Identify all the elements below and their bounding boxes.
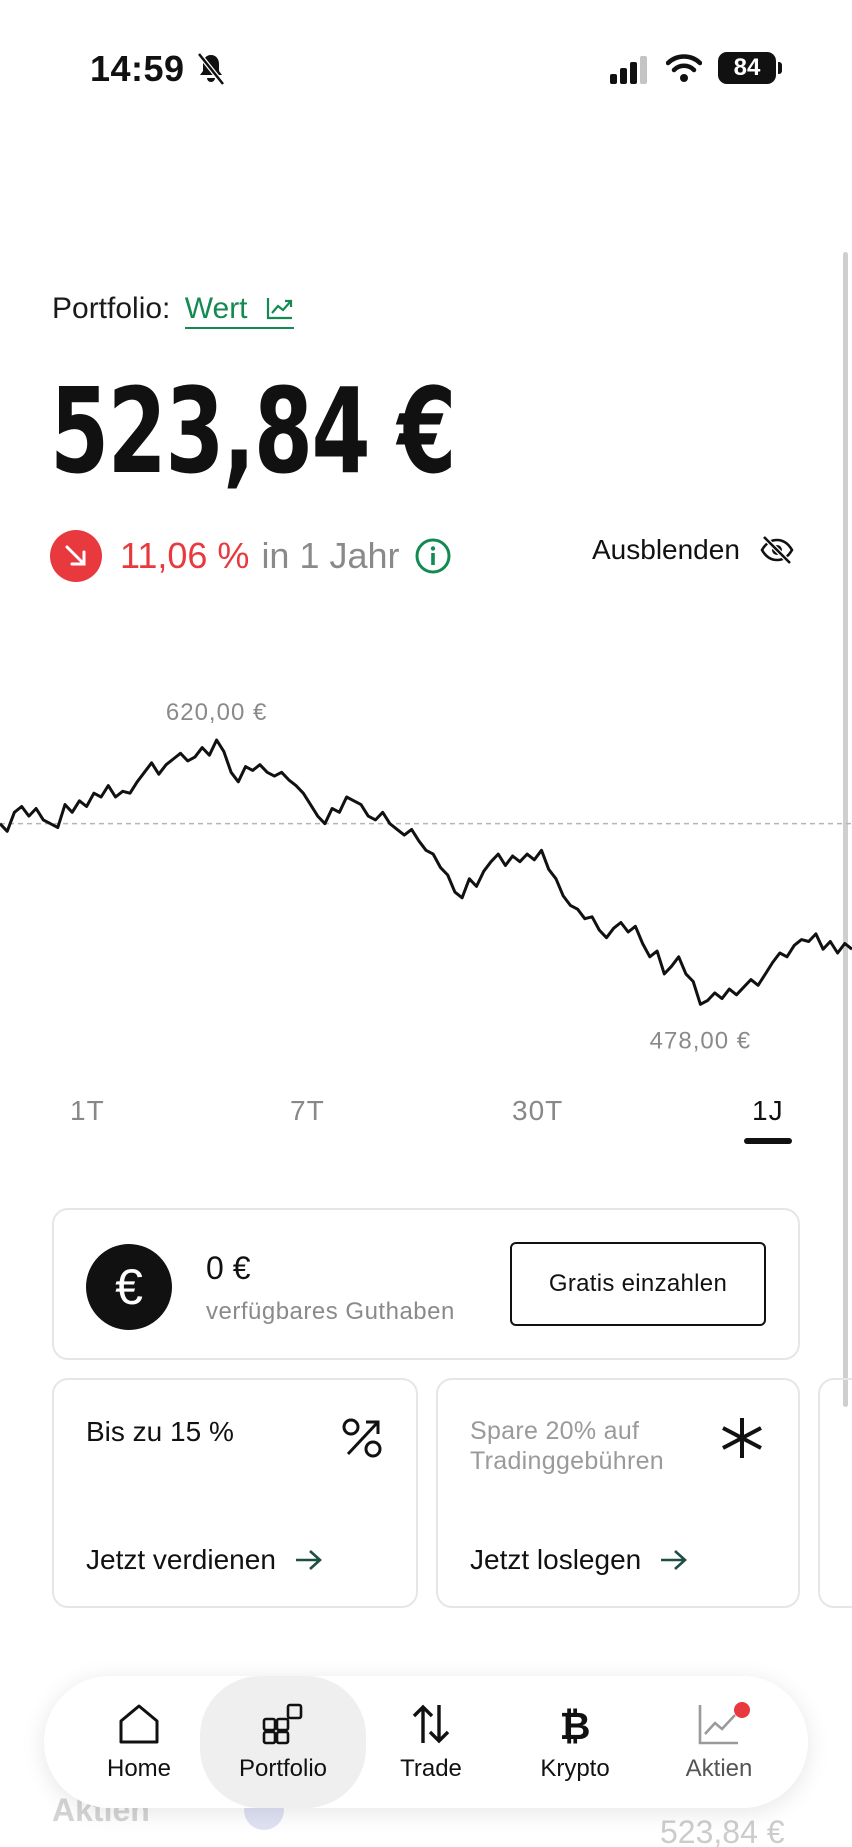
- bottom-navigation: Home Portfolio Trade ₿ Krypto Aktien: [44, 1676, 808, 1808]
- balance-amount: 0 €: [206, 1250, 251, 1286]
- nav-home-label: Home: [106, 1755, 172, 1782]
- euro-icon: €: [86, 1244, 172, 1330]
- portfolio-value-link[interactable]: Wert: [184, 292, 294, 329]
- stocks-section-value: 523,84 €: [660, 1814, 785, 1847]
- nav-trade[interactable]: Trade: [366, 1676, 496, 1808]
- range-tab-30t[interactable]: 30T: [512, 1095, 563, 1127]
- wifi-icon: [666, 54, 702, 82]
- balance-label: verfügbares Guthaben: [206, 1298, 455, 1325]
- chart-max-label: 620,00 €: [166, 699, 267, 726]
- portfolio-icon: [262, 1703, 303, 1745]
- promo-cta[interactable]: Jetzt verdienen: [86, 1544, 324, 1576]
- bell-muted-icon: [197, 52, 225, 86]
- percent-icon: [342, 1418, 382, 1458]
- portfolio-link-label: Wert: [184, 292, 248, 325]
- promo-cta-label: Jetzt loslegen: [470, 1544, 642, 1575]
- arrow-right-icon: [661, 1550, 688, 1570]
- range-tab-active-indicator: [744, 1138, 792, 1144]
- battery-indicator: 84: [718, 52, 782, 84]
- portfolio-line-chart: 620,00 € 478,00 €: [0, 699, 852, 1054]
- signal-icon: [610, 56, 647, 84]
- promo-card-trading-fees[interactable]: Spare 20% auf Tradinggebühren Jetzt losl…: [436, 1378, 800, 1608]
- eye-off-icon: [760, 535, 794, 565]
- arrow-down-right-icon: [65, 545, 86, 566]
- performance-row: 11,06 % in 1 Jahr: [50, 530, 452, 582]
- nav-portfolio[interactable]: Portfolio: [200, 1676, 366, 1808]
- portfolio-header: Portfolio: Wert: [52, 292, 294, 329]
- portfolio-label: Portfolio:: [52, 292, 171, 325]
- nav-aktien-label: Aktien: [685, 1755, 753, 1782]
- hide-balance-label: Ausblenden: [592, 534, 740, 565]
- nav-home[interactable]: Home: [74, 1676, 204, 1808]
- promo-card-next[interactable]: [818, 1378, 852, 1608]
- trend-down-badge: [50, 530, 102, 582]
- range-tabs: 1T 7T 30T 1J: [0, 1095, 852, 1145]
- range-tab-7t[interactable]: 7T: [290, 1095, 325, 1127]
- nav-krypto-label: Krypto: [540, 1755, 610, 1782]
- trade-icon: [412, 1704, 450, 1744]
- range-tab-1j[interactable]: 1J: [752, 1095, 784, 1127]
- svg-text:₿: ₿: [560, 1704, 591, 1747]
- home-icon: [119, 1704, 159, 1744]
- notification-dot: [734, 1702, 750, 1718]
- change-period: in 1 Jahr: [261, 535, 400, 576]
- nav-aktien[interactable]: Aktien: [654, 1676, 784, 1808]
- asterisk-icon: [722, 1418, 762, 1458]
- chart-min-label: 478,00 €: [650, 1027, 751, 1054]
- available-balance-card: € 0 € verfügbares Guthaben Gratis einzah…: [52, 1208, 800, 1360]
- promo-title: Spare 20% auf Tradinggebühren: [470, 1417, 664, 1475]
- info-icon[interactable]: [414, 537, 452, 575]
- range-tab-1t[interactable]: 1T: [70, 1095, 105, 1127]
- nav-portfolio-label: Portfolio: [238, 1755, 328, 1782]
- promo-cta[interactable]: Jetzt loslegen: [470, 1544, 689, 1576]
- portfolio-total-value: 523,84 €: [50, 362, 456, 500]
- promo-card-interest[interactable]: Bis zu 15 % Jetzt verdienen: [52, 1378, 418, 1608]
- portfolio-series-line: [0, 738, 852, 1006]
- change-percent: 11,06 %: [120, 535, 250, 576]
- nav-trade-label: Trade: [400, 1755, 462, 1782]
- deposit-button[interactable]: Gratis einzahlen: [510, 1242, 766, 1326]
- nav-krypto[interactable]: ₿ Krypto: [510, 1676, 640, 1808]
- promo-cta-label: Jetzt verdienen: [86, 1544, 276, 1575]
- status-bar: 14:59 84: [0, 0, 852, 140]
- status-time: 14:59: [90, 48, 185, 89]
- line-chart-icon: [266, 298, 292, 320]
- portfolio-chart[interactable]: 620,00 € 478,00 €: [0, 690, 852, 1060]
- arrow-right-icon: [295, 1550, 322, 1570]
- bitcoin-icon: ₿: [560, 1704, 591, 1747]
- hide-balance-button[interactable]: Ausblenden: [592, 530, 794, 570]
- promo-title: Bis zu 15 %: [86, 1416, 234, 1447]
